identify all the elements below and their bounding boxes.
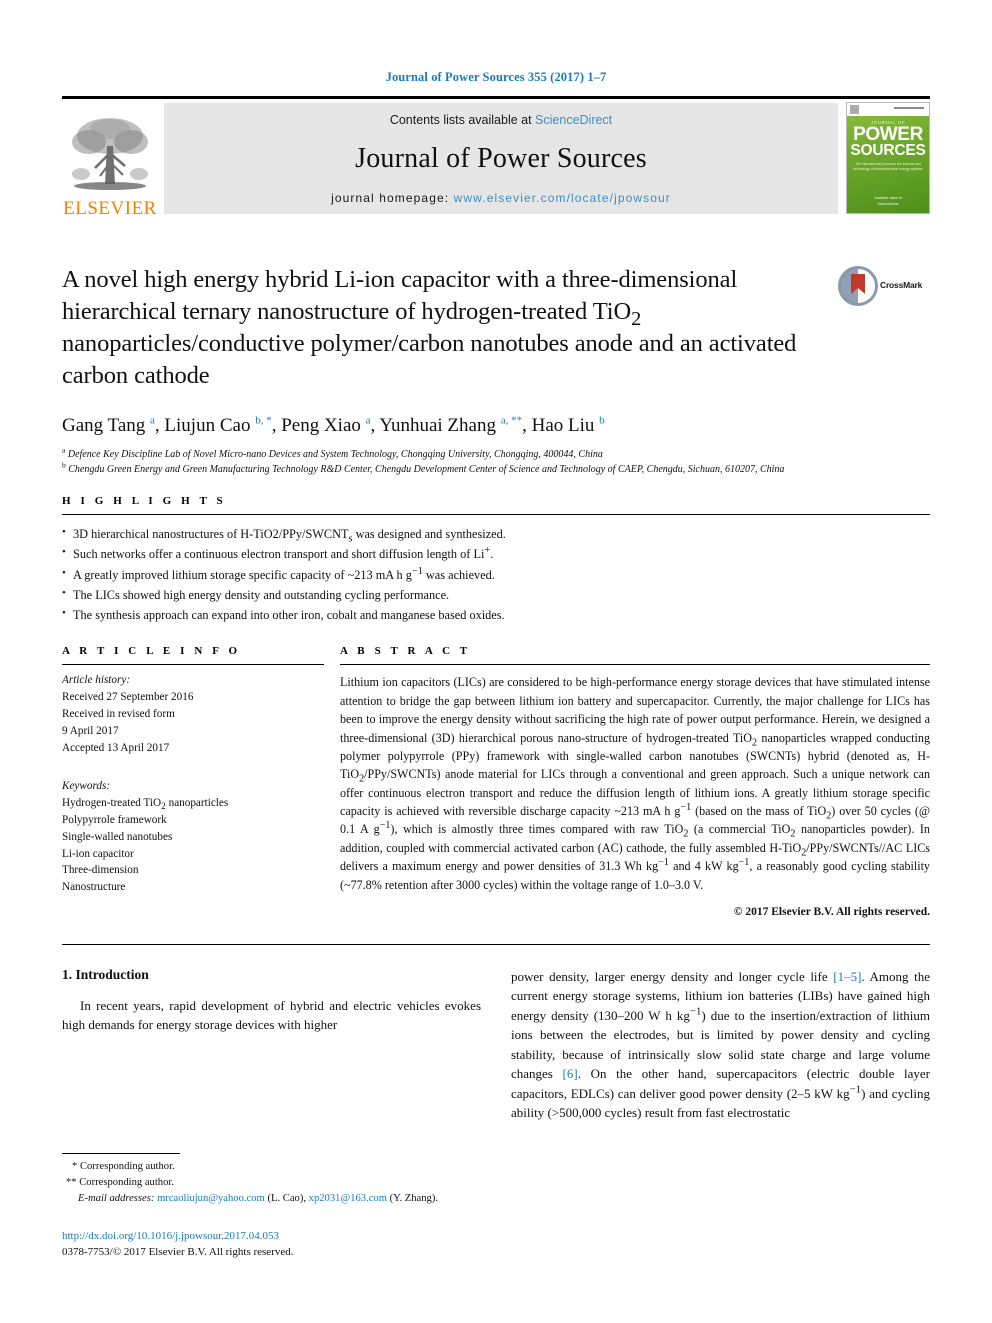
highlights-list: 3D hierarchical nanostructures of H-TiO2… <box>62 515 930 625</box>
copyright-line: © 2017 Elsevier B.V. All rights reserved… <box>733 905 930 918</box>
abstract-text: Lithium ion capacitors (LICs) are consid… <box>340 675 931 892</box>
highlights-heading: H I G H L I G H T S <box>62 495 227 508</box>
crossmark-icon <box>838 266 878 306</box>
keyword-item: Polypyrrole framework <box>62 814 167 826</box>
highlight-item: 3D hierarchical nanostructures of H-TiO2… <box>62 523 930 544</box>
cover-top-strip <box>847 103 929 116</box>
email-addresses-line: E-mail addresses: mrcaoliujun@yahoo.com … <box>62 1191 481 1207</box>
email-link-1[interactable]: mrcaoliujun@yahoo.com <box>157 1193 265 1204</box>
article-info-heading: A R T I C L E I N F O <box>62 645 241 658</box>
highlight-item: The LICs showed high energy density and … <box>62 584 930 605</box>
issn-copyright-line: 0378-7753/© 2017 Elsevier B.V. All right… <box>62 1245 294 1258</box>
contents-prefix: Contents lists available at <box>389 113 536 127</box>
highlights-section: H I G H L I G H T S 3D hierarchical nano… <box>62 495 930 625</box>
affiliation-a: a Defence Key Discipline Lab of Novel Mi… <box>62 445 603 461</box>
highlight-item: A greatly improved lithium storage speci… <box>62 564 930 585</box>
keyword-item: Nanostructure <box>62 881 126 894</box>
article-page: Journal of Power Sources 355 (2017) 1–7 <box>0 0 992 1323</box>
email-label: E-mail addresses: <box>78 1192 155 1204</box>
abstract-column: A B S T R A C T Lithium ion capacitors (… <box>340 645 930 918</box>
footnote-zone: * Corresponding author. ** Corresponding… <box>62 1152 481 1261</box>
keyword-item: Three-dimension <box>62 864 139 877</box>
email-owner-1: (L. Cao), <box>267 1192 306 1204</box>
homepage-prefix: journal homepage: <box>331 191 454 205</box>
sciencedirect-link[interactable]: ScienceDirect <box>535 113 612 127</box>
elsevier-wordmark: ELSEVIER <box>63 198 157 219</box>
doi-block: http://dx.doi.org/10.1016/j.jpowsour.201… <box>62 1229 481 1261</box>
email-owner-2: (Y. Zhang). <box>389 1192 438 1204</box>
page-title: A novel high energy hybrid Li-ion capaci… <box>62 266 797 389</box>
article-info-rule: Article history: Received 27 September 2… <box>62 664 324 896</box>
body-column-right: power density, larger energy density and… <box>511 967 930 1123</box>
info-abstract-row: A R T I C L E I N F O Article history: R… <box>62 645 930 918</box>
keywords-label: Keywords: <box>62 780 111 793</box>
keyword-item: Single-walled nanotubes <box>62 830 173 843</box>
article-history-label: Article history: <box>62 674 131 687</box>
body-columns: 1. Introduction In recent years, rapid d… <box>62 966 930 1258</box>
cover-footer: Available online at ScienceDirect <box>874 196 902 206</box>
elsevier-logo: ELSEVIER <box>62 99 158 218</box>
intro-paragraph-left: In recent years, rapid development of hy… <box>62 997 481 1033</box>
affiliation-b-text: Chengdu Green Energy and Green Manufactu… <box>68 463 785 475</box>
cover-header-rule <box>894 107 924 109</box>
cover-subtitle: The international journal on the science… <box>853 162 923 172</box>
title-block: A novel high energy hybrid Li-ion capaci… <box>62 264 930 391</box>
elsevier-tree-icon <box>72 118 148 190</box>
journal-title: Journal of Power Sources <box>355 143 647 174</box>
journal-masthead: ELSEVIER Contents lists available at Sci… <box>62 96 930 218</box>
keywords-block: Keywords: Hydrogen-treated TiO2 nanopart… <box>62 778 324 896</box>
body-column-left: 1. Introduction In recent years, rapid d… <box>62 966 481 1258</box>
body-separator-rule <box>62 943 930 945</box>
abstract-rule: Lithium ion capacitors (LICs) are consid… <box>340 664 930 918</box>
running-head: Journal of Power Sources 355 (2017) 1–7 <box>385 70 607 84</box>
corresponding-author-1: * Corresponding author. <box>72 1160 175 1172</box>
intro-paragraph-right: power density, larger energy density and… <box>511 968 930 1121</box>
history-line: Received in revised form <box>62 708 175 721</box>
affiliation-b: b Chengdu Green Energy and Green Manufac… <box>62 460 785 475</box>
highlight-item: The synthesis approach can expand into o… <box>62 604 930 625</box>
affiliation-list: a Defence Key Discipline Lab of Novel Mi… <box>62 445 930 477</box>
crossmark-badge[interactable]: CrossMark <box>838 266 930 312</box>
cover-title-line2: SOURCES <box>850 142 926 159</box>
article-history: Article history: Received 27 September 2… <box>62 672 324 756</box>
history-line: 9 April 2017 <box>62 724 119 737</box>
history-line: Received 27 September 2016 <box>62 691 194 704</box>
abstract-heading: A B S T R A C T <box>340 645 471 658</box>
keyword-item: Li-ion capacitor <box>62 847 134 860</box>
footnote-rule <box>62 1152 180 1154</box>
email-link-2[interactable]: xp2031@163.com <box>309 1193 387 1204</box>
cover-title-line1: POWER <box>853 124 923 145</box>
article-info-column: A R T I C L E I N F O Article history: R… <box>62 645 340 918</box>
history-line: Accepted 13 April 2017 <box>62 741 170 754</box>
crossmark-label: CrossMark <box>880 280 923 290</box>
masthead-center-box: Contents lists available at ScienceDirec… <box>164 103 838 214</box>
affiliation-a-text: Defence Key Discipline Lab of Novel Micr… <box>67 449 603 461</box>
section-title-introduction: 1. Introduction <box>62 966 149 982</box>
homepage-url-link[interactable]: www.elsevier.com/locate/jpowsour <box>454 191 671 205</box>
author-list: Gang Tang a, Liujun Cao b, *, Peng Xiao … <box>62 415 605 437</box>
corresponding-author-2: ** Corresponding author. <box>66 1176 174 1188</box>
title-container: A novel high energy hybrid Li-ion capaci… <box>62 264 838 391</box>
journal-homepage-line: journal homepage: www.elsevier.com/locat… <box>331 191 671 205</box>
doi-link[interactable]: http://dx.doi.org/10.1016/j.jpowsour.201… <box>62 1229 481 1245</box>
cover-elsevier-mark-icon <box>850 105 859 114</box>
journal-cover-thumbnail: JOURNAL OF POWER SOURCES The internation… <box>846 102 930 214</box>
keyword-item: Hydrogen-treated TiO2 nanoparticles <box>62 797 229 813</box>
highlight-item: Such networks offer a continuous electro… <box>62 543 930 564</box>
contents-available-line: Contents lists available at ScienceDirec… <box>390 113 612 127</box>
